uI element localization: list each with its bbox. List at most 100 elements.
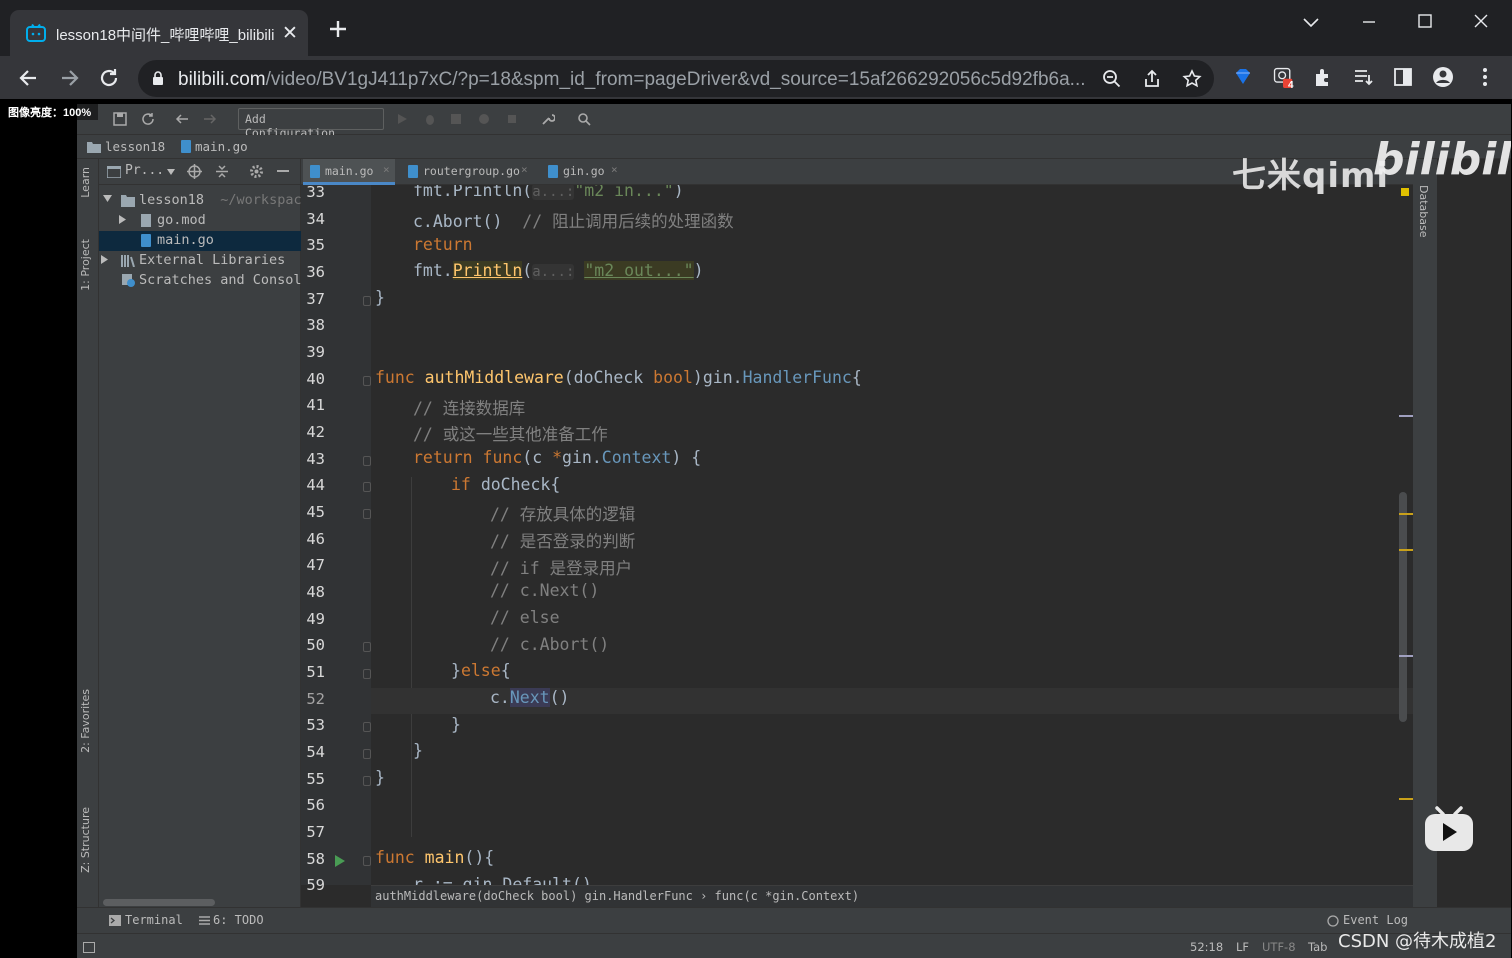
indent-setting[interactable]: Tab bbox=[1308, 940, 1327, 954]
tool-structure[interactable]: Z: Structure bbox=[79, 807, 97, 873]
left-tool-stripe: Learn 1: Project 2: Favorites Z: Structu… bbox=[77, 159, 99, 929]
tab-close-icon[interactable]: × bbox=[521, 163, 528, 176]
project-view-selector[interactable]: Pr... bbox=[125, 163, 164, 178]
tool-learn[interactable]: Learn bbox=[79, 167, 97, 198]
address-bar[interactable]: bilibili.com/video/BV1gJ411p7xC/?p=18&sp… bbox=[138, 60, 1214, 97]
line-number: 36 bbox=[306, 263, 325, 281]
error-stripe-marker[interactable] bbox=[1399, 655, 1413, 657]
fold-marker-icon[interactable] bbox=[363, 642, 371, 652]
coverage-icon[interactable] bbox=[449, 112, 463, 126]
fold-marker-icon[interactable] bbox=[363, 509, 371, 519]
profile-avatar-icon[interactable] bbox=[1432, 66, 1454, 88]
fold-marker-icon[interactable] bbox=[363, 776, 371, 786]
back-nav-icon[interactable] bbox=[175, 112, 189, 126]
collapse-arrow-icon[interactable] bbox=[119, 215, 127, 224]
debug-icon[interactable] bbox=[423, 112, 437, 126]
dropdown-arrow-icon[interactable] bbox=[167, 169, 175, 175]
code-line-50: // c.Abort() bbox=[490, 635, 610, 654]
tab-gin-go[interactable]: gin.go × bbox=[541, 159, 625, 185]
run-icon[interactable] bbox=[395, 112, 409, 126]
tab-search-icon[interactable] bbox=[1296, 10, 1326, 34]
share-icon[interactable] bbox=[1142, 69, 1162, 89]
browser-tab-active[interactable]: lesson18中间件_哔哩哔哩_bilibili ✕ bbox=[10, 10, 308, 56]
forward-icon[interactable] bbox=[56, 65, 82, 91]
tool-database[interactable]: Database bbox=[1417, 185, 1430, 238]
add-configuration-button[interactable]: Add Configuration... bbox=[238, 108, 384, 140]
tool-project[interactable]: 1: Project bbox=[79, 239, 97, 291]
editor-scrollbar[interactable] bbox=[1399, 492, 1407, 722]
fold-marker-icon[interactable] bbox=[363, 856, 371, 866]
terminal-tool-button[interactable]: Terminal bbox=[125, 913, 183, 927]
line-number: 42 bbox=[306, 423, 325, 441]
sync-icon[interactable] bbox=[141, 112, 155, 126]
fold-marker-icon[interactable] bbox=[363, 296, 371, 306]
locate-icon[interactable] bbox=[187, 164, 202, 179]
fold-marker-icon[interactable] bbox=[363, 376, 371, 386]
todo-tool-button[interactable]: 6: TODO bbox=[213, 913, 264, 927]
tree-item-scratches[interactable]: Scratches and Consol bbox=[99, 271, 301, 291]
profile-run-icon[interactable] bbox=[477, 112, 491, 126]
play-widget-icon[interactable] bbox=[1424, 806, 1474, 852]
tab-routergroup-go[interactable]: routergroup.go × bbox=[401, 159, 533, 185]
fold-marker-icon[interactable] bbox=[363, 456, 371, 466]
event-log-button[interactable]: Event Log bbox=[1343, 913, 1408, 927]
code-line-36: fmt.Println(a...: "m2 out...") bbox=[413, 261, 704, 280]
expand-arrow-icon[interactable] bbox=[103, 195, 112, 203]
code-structure-breadcrumb[interactable]: authMiddleware(doCheck bool) gin.Handler… bbox=[371, 885, 1413, 907]
bookmark-star-icon[interactable] bbox=[1182, 69, 1202, 89]
file-encoding[interactable]: UTF-8 bbox=[1262, 940, 1296, 954]
line-separator[interactable]: LF bbox=[1236, 940, 1249, 954]
hide-panel-icon[interactable] bbox=[277, 170, 289, 173]
inspection-status-icon[interactable] bbox=[1401, 188, 1409, 196]
wrench-icon[interactable] bbox=[541, 112, 555, 126]
fold-marker-icon[interactable] bbox=[363, 722, 371, 732]
diamond-extension-icon[interactable] bbox=[1232, 66, 1254, 88]
toggle-tool-windows-icon[interactable] bbox=[83, 942, 95, 953]
tree-item-main-go[interactable]: main.go bbox=[99, 231, 301, 251]
lock-icon[interactable] bbox=[152, 71, 164, 86]
crumb-file[interactable]: main.go bbox=[195, 139, 248, 155]
fold-marker-icon[interactable] bbox=[363, 749, 371, 759]
new-tab-icon[interactable] bbox=[326, 17, 350, 41]
zoom-icon[interactable] bbox=[1102, 69, 1122, 89]
tab-close-icon[interactable]: × bbox=[383, 163, 390, 176]
caret-position[interactable]: 52:18 bbox=[1190, 940, 1223, 954]
maximize-icon[interactable] bbox=[1410, 10, 1440, 34]
back-icon[interactable] bbox=[16, 65, 42, 91]
crumb-project[interactable]: lesson18 bbox=[105, 139, 165, 155]
side-panel-icon[interactable] bbox=[1392, 66, 1414, 88]
url-text[interactable]: bilibili.com/video/BV1gJ411p7xC/?p=18&sp… bbox=[178, 69, 1090, 91]
tree-item-lesson18[interactable]: lesson18 ~/workspac bbox=[99, 191, 301, 211]
tree-item-go-mod[interactable]: go.mod bbox=[99, 211, 301, 231]
reading-list-icon[interactable] bbox=[1352, 66, 1374, 88]
fold-marker-icon[interactable] bbox=[363, 482, 371, 492]
error-stripe-marker[interactable] bbox=[1399, 798, 1413, 800]
tool-favorites[interactable]: 2: Favorites bbox=[79, 689, 97, 753]
run-gutter-icon[interactable] bbox=[335, 855, 345, 867]
extensions-puzzle-icon[interactable] bbox=[1312, 66, 1334, 88]
forward-nav-icon[interactable] bbox=[203, 112, 217, 126]
tab-close-icon[interactable]: ✕ bbox=[282, 22, 298, 45]
fold-marker-icon[interactable] bbox=[363, 669, 371, 679]
error-stripe-marker[interactable] bbox=[1399, 549, 1413, 551]
code-editor[interactable]: fmt.Println(a...:"m2 in...") c.Abort() /… bbox=[371, 185, 1413, 885]
code-line-49: // else bbox=[490, 608, 560, 627]
stop-icon[interactable] bbox=[505, 112, 519, 126]
save-icon[interactable] bbox=[113, 112, 127, 126]
tab-close-icon[interactable]: × bbox=[611, 163, 618, 176]
collapse-all-icon[interactable] bbox=[215, 164, 229, 179]
line-number: 53 bbox=[306, 716, 325, 734]
minimize-icon[interactable] bbox=[1354, 10, 1384, 34]
search-icon[interactable] bbox=[577, 112, 591, 126]
error-stripe-marker[interactable] bbox=[1399, 513, 1413, 515]
window-close-icon[interactable] bbox=[1466, 10, 1496, 34]
error-stripe-marker[interactable] bbox=[1399, 415, 1413, 417]
tree-item-external-libraries[interactable]: External Libraries bbox=[99, 251, 301, 271]
project-scrollbar[interactable] bbox=[103, 899, 215, 906]
browser-menu-icon[interactable] bbox=[1474, 66, 1496, 88]
code-line-46: // 是否登录的判断 bbox=[490, 532, 636, 551]
tab-main-go[interactable]: main.go × bbox=[303, 159, 395, 185]
settings-gear-icon[interactable] bbox=[249, 164, 264, 179]
collapse-arrow-icon[interactable] bbox=[101, 255, 109, 264]
reload-icon[interactable] bbox=[96, 65, 122, 91]
